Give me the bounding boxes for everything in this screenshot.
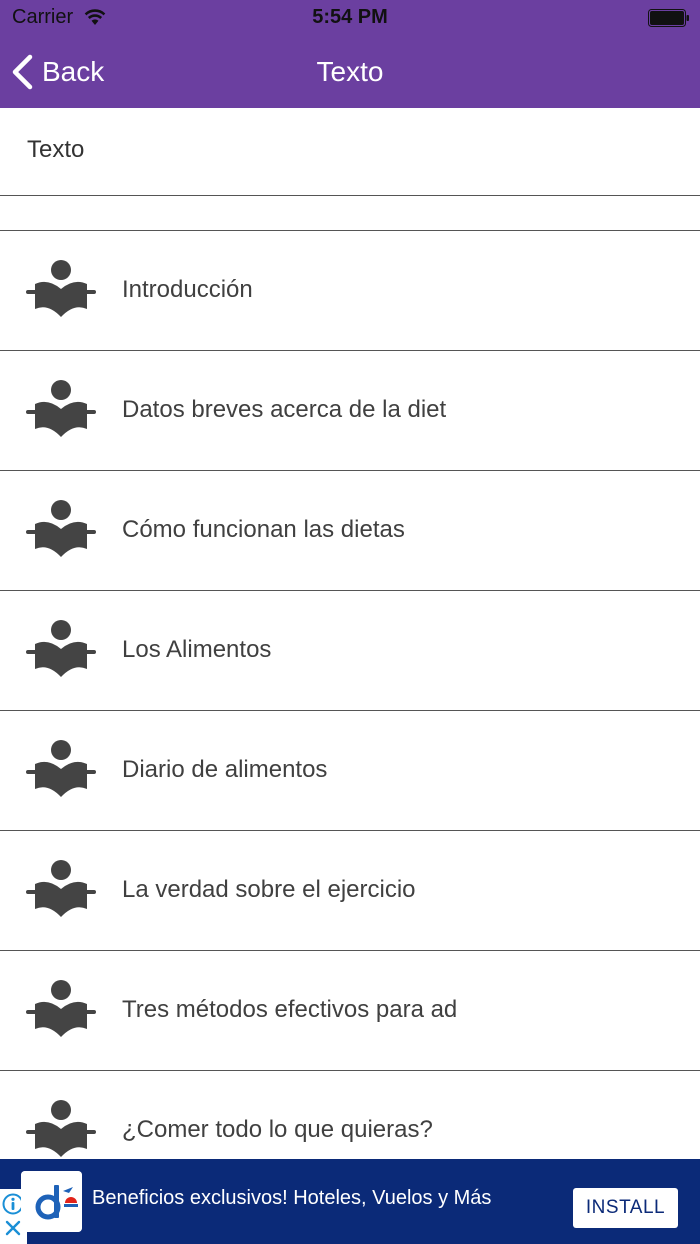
chapter-list: Introducción Datos breves acerca de la d… xyxy=(0,231,700,1191)
list-item[interactable]: Introducción xyxy=(0,231,700,351)
install-button[interactable]: INSTALL xyxy=(573,1188,678,1228)
reader-icon xyxy=(26,499,96,563)
list-item[interactable]: Datos breves acerca de la diet xyxy=(0,351,700,471)
ad-text: Beneficios exclusivos! Hoteles, Vuelos y… xyxy=(92,1187,492,1209)
ad-banner[interactable]: Beneficios exclusivos! Hoteles, Vuelos y… xyxy=(0,1159,700,1244)
list-item[interactable]: Los Alimentos xyxy=(0,591,700,711)
navigation-bar: Back Texto xyxy=(0,36,700,108)
reader-icon xyxy=(26,259,96,323)
list-item[interactable]: Tres métodos efectivos para ad xyxy=(0,951,700,1071)
battery-icon xyxy=(648,9,689,27)
section-spacer xyxy=(0,196,700,231)
list-item-label: La verdad sobre el ejercicio xyxy=(122,876,416,903)
back-label: Back xyxy=(42,56,105,87)
page-title: Texto xyxy=(316,56,384,87)
back-button[interactable]: Back xyxy=(10,48,104,96)
section-header: Texto xyxy=(0,108,700,196)
list-item-label: Datos breves acerca de la diet xyxy=(122,396,447,423)
list-item-label: Cómo funcionan las dietas xyxy=(122,516,405,543)
list-item-label: Los Alimentos xyxy=(122,636,272,663)
ad-logo xyxy=(21,1171,82,1232)
status-bar: Carrier 5:54 PM xyxy=(0,0,700,36)
status-time: 5:54 PM xyxy=(312,6,388,28)
reader-icon xyxy=(26,619,96,683)
list-item-label: Diario de alimentos xyxy=(122,756,328,783)
list-item-label: Tres métodos efectivos para ad xyxy=(122,996,458,1023)
list-item[interactable]: Diario de alimentos xyxy=(0,711,700,831)
list-item[interactable]: Cómo funcionan las dietas xyxy=(0,471,700,591)
reader-icon xyxy=(26,859,96,923)
list-item-label: Introducción xyxy=(122,276,253,303)
reader-icon xyxy=(26,379,96,443)
list-item[interactable]: La verdad sobre el ejercicio xyxy=(0,831,700,951)
close-icon[interactable] xyxy=(4,1219,22,1237)
section-header-label: Texto xyxy=(27,136,85,163)
reader-icon xyxy=(26,739,96,803)
reader-icon xyxy=(26,1099,96,1163)
chevron-left-icon xyxy=(12,54,33,90)
reader-icon xyxy=(26,979,96,1043)
